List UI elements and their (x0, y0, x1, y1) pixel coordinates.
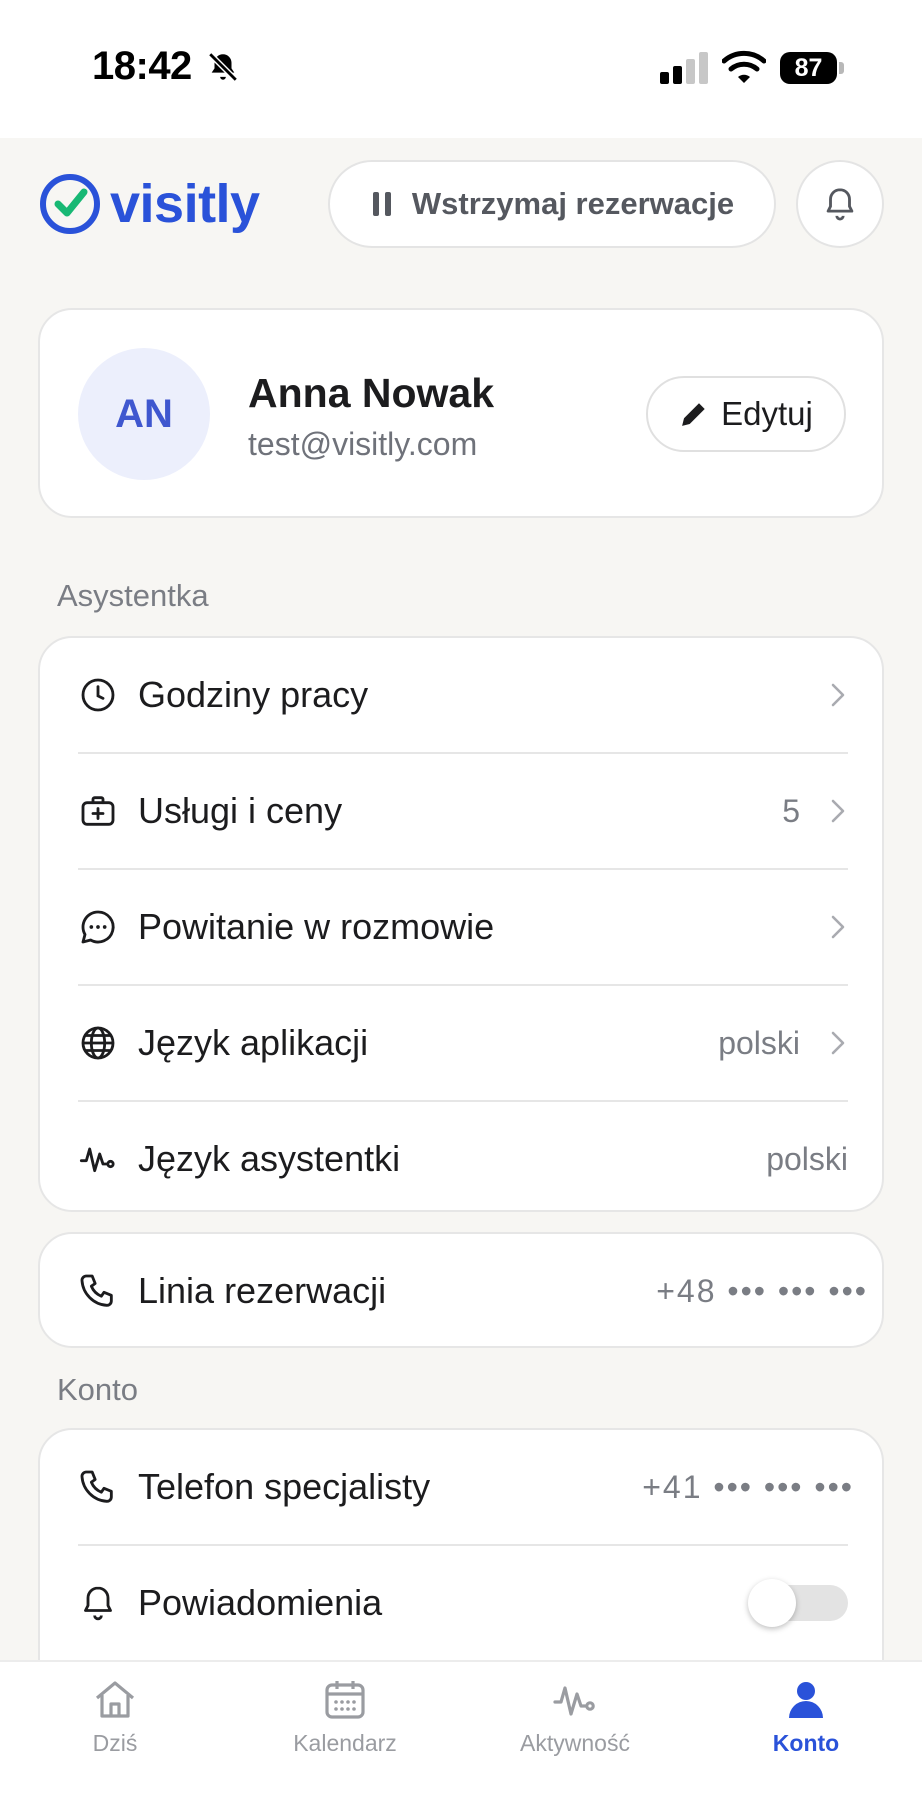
settings-item-notifications: Powiadomienia (78, 1546, 848, 1660)
settings-item-app-language[interactable]: Język aplikacji polski (78, 986, 848, 1100)
clock-icon (81, 678, 115, 712)
phone-icon (80, 1470, 113, 1503)
pause-icon (372, 192, 391, 216)
settings-item-label: Język aplikacji (138, 1022, 369, 1063)
settings-item-label: Powitanie w rozmowie (138, 906, 495, 947)
chevron-right-icon (831, 1031, 845, 1055)
booking-line-card: Linia rezerwacji +48 ••• ••• ••• (38, 1232, 884, 1348)
settings-item-greeting[interactable]: Powitanie w rozmowie (78, 870, 848, 984)
app-language-value: polski (718, 1024, 800, 1061)
bell-off-icon (208, 52, 238, 82)
person-icon (789, 1682, 823, 1718)
battery-level: 87 (780, 52, 838, 84)
globe-icon (81, 1026, 115, 1060)
profile-email: test@visitly.com (248, 426, 478, 462)
tab-label: Aktywność (520, 1730, 630, 1756)
settings-item-label: Usługi i ceny (138, 790, 343, 831)
settings-item-specialist-phone[interactable]: Telefon specjalisty +41 ••• ••• ••• (78, 1430, 854, 1544)
brand-logo: visitly (38, 170, 260, 238)
specialist-phone-number: +41 ••• ••• ••• (642, 1468, 854, 1505)
wifi-icon (722, 50, 766, 83)
tab-label: Kalendarz (293, 1730, 397, 1756)
settings-item-working-hours[interactable]: Godziny pracy (78, 638, 848, 752)
tab-bar: Dziś Kalendarz Aktywność Konto (0, 1660, 922, 1795)
tab-today[interactable]: Dziś (25, 1676, 205, 1776)
signal-icon (660, 52, 708, 84)
chevron-right-icon (831, 799, 845, 823)
notifications-button[interactable] (796, 160, 884, 248)
settings-item-label: Język asystentki (138, 1138, 401, 1179)
toggle-knob (748, 1579, 796, 1627)
phone-icon (80, 1274, 113, 1307)
profile-name: Anna Nowak (248, 370, 495, 416)
pause-bookings-button[interactable]: Wstrzymaj rezerwacje (328, 160, 776, 248)
booking-line-number: +48 ••• ••• ••• (656, 1272, 868, 1309)
status-bar: 18:42 87 (0, 0, 922, 138)
avatar: AN (78, 348, 210, 480)
chat-bubble-icon (81, 910, 115, 944)
pencil-icon (682, 403, 705, 426)
status-time: 18:42 (92, 44, 192, 88)
edit-profile-label: Edytuj (721, 395, 813, 432)
section-label-assistant: Asystentka (57, 578, 209, 613)
section-label-account: Konto (57, 1372, 139, 1407)
settings-item-label: Godziny pracy (138, 674, 369, 715)
brand-name: visitly (110, 174, 260, 234)
home-icon (95, 1681, 135, 1718)
chevron-right-icon (831, 915, 845, 939)
checkmark-logo-icon (40, 174, 100, 234)
chevron-right-icon (831, 683, 845, 707)
booking-line-row[interactable]: Linia rezerwacji +48 ••• ••• ••• (78, 1234, 868, 1348)
pause-bookings-label: Wstrzymaj rezerwacje (411, 186, 735, 221)
assistant-language-value: polski (766, 1140, 848, 1177)
bell-icon (84, 1586, 112, 1621)
services-count: 5 (782, 792, 800, 829)
tab-account[interactable]: Konto (716, 1676, 896, 1776)
tab-label: Konto (772, 1730, 840, 1756)
booking-line-label: Linia rezerwacji (138, 1270, 387, 1311)
assistant-settings-card: Godziny pracy Usługi i ceny 5 Powitanie … (38, 636, 884, 1212)
battery-indicator: 87 (780, 52, 844, 84)
profile-card: AN Anna Nowak test@visitly.com Edytuj (38, 308, 884, 518)
settings-item-label: Powiadomienia (138, 1582, 383, 1623)
tab-label: Dziś (92, 1730, 138, 1756)
medical-bag-icon (81, 796, 115, 826)
bell-icon (826, 188, 854, 221)
activity-icon (553, 1686, 595, 1716)
edit-profile-button[interactable]: Edytuj (646, 376, 846, 452)
settings-item-assistant-language[interactable]: Język asystentki polski (78, 1102, 848, 1216)
settings-item-services-prices[interactable]: Usługi i ceny 5 (78, 754, 848, 868)
waveform-icon (79, 1147, 115, 1173)
calendar-icon (325, 1681, 365, 1719)
tab-calendar[interactable]: Kalendarz (255, 1676, 435, 1776)
tab-activity[interactable]: Aktywność (485, 1676, 665, 1776)
notifications-toggle[interactable] (748, 1579, 848, 1627)
settings-item-label: Telefon specjalisty (138, 1466, 431, 1507)
